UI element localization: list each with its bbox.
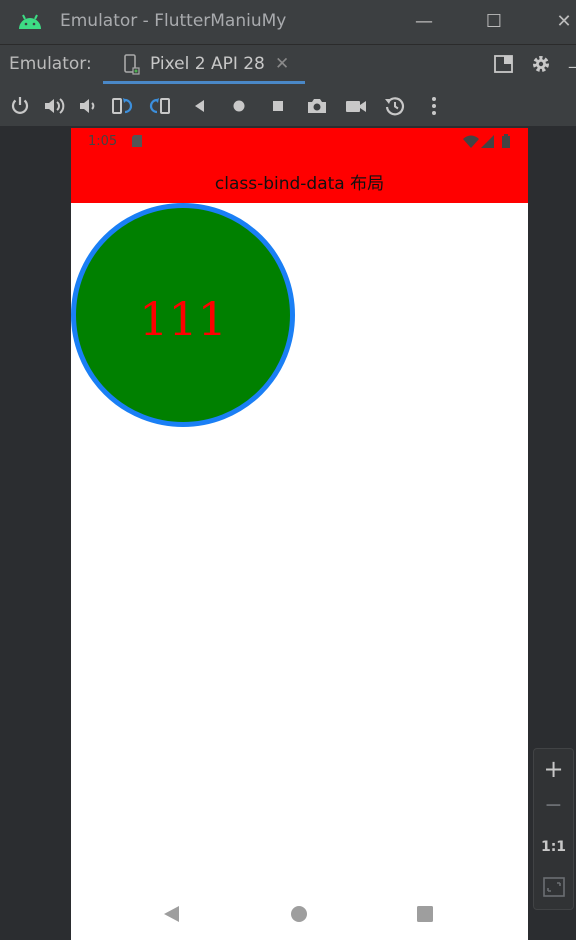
circle-container: 111 [71, 203, 295, 427]
emulator-label: Emulator: [9, 54, 92, 74]
status-time: 1:05 [88, 134, 118, 149]
device-icon [124, 54, 140, 75]
zoom-in-button[interactable]: + [534, 755, 573, 783]
volume-down-icon[interactable] [76, 94, 100, 118]
layout-icon[interactable] [493, 53, 515, 75]
overflow-icon[interactable]: — [568, 57, 576, 76]
window-title: Emulator - FlutterManiuMy [60, 11, 287, 31]
video-icon[interactable] [344, 94, 368, 118]
emulator-toolbar [0, 86, 576, 126]
home-icon[interactable] [227, 94, 251, 118]
battery-icon [502, 134, 510, 148]
rotate-left-icon[interactable] [110, 94, 134, 118]
more-vertical-icon[interactable] [422, 94, 446, 118]
camera-icon[interactable] [305, 94, 329, 118]
gear-icon[interactable] [530, 53, 552, 75]
back-icon[interactable] [188, 94, 212, 118]
overview-icon[interactable] [266, 94, 290, 118]
volume-up-icon[interactable] [42, 94, 66, 118]
tab-pixel-2-api-28[interactable]: Pixel 2 API 28 ✕ [103, 45, 305, 84]
nav-bar [71, 888, 528, 940]
android-logo-icon [19, 14, 41, 29]
status-bar: 1:05 [71, 128, 528, 155]
zoom-controls: + − 1:1 [533, 748, 574, 910]
fit-screen-icon[interactable] [543, 877, 565, 897]
nav-back-icon[interactable] [162, 904, 180, 924]
zoom-out-button[interactable]: − [534, 793, 573, 818]
nav-home-icon[interactable] [290, 905, 308, 923]
circle-text: 111 [139, 292, 227, 346]
tab-active-indicator [103, 81, 305, 84]
tab-close-icon[interactable]: ✕ [275, 54, 289, 74]
signal-icon [481, 135, 494, 148]
nav-overview-icon[interactable] [416, 905, 434, 923]
emulator-tabbar: Emulator: Pixel 2 API 28 ✕ — [0, 44, 576, 87]
app-title: class-bind-data 布局 [214, 174, 385, 194]
power-icon[interactable] [8, 94, 32, 118]
device-screen[interactable]: 1:05 class-bind-data 布局 111 [71, 128, 528, 940]
minimize-button[interactable]: — [410, 8, 438, 36]
actual-size-button[interactable]: 1:1 [534, 839, 573, 855]
tab-label: Pixel 2 API 28 [150, 54, 265, 74]
app-bar: class-bind-data 布局 [71, 155, 528, 203]
close-window-button[interactable]: ✕ [550, 8, 576, 36]
maximize-button[interactable]: ☐ [480, 8, 508, 36]
window-titlebar: Emulator - FlutterManiuMy — ☐ ✕ [0, 0, 576, 44]
snapshot-icon[interactable] [383, 94, 407, 118]
sd-card-icon [132, 135, 142, 147]
rotate-right-icon[interactable] [148, 94, 172, 118]
wifi-icon [463, 135, 479, 148]
